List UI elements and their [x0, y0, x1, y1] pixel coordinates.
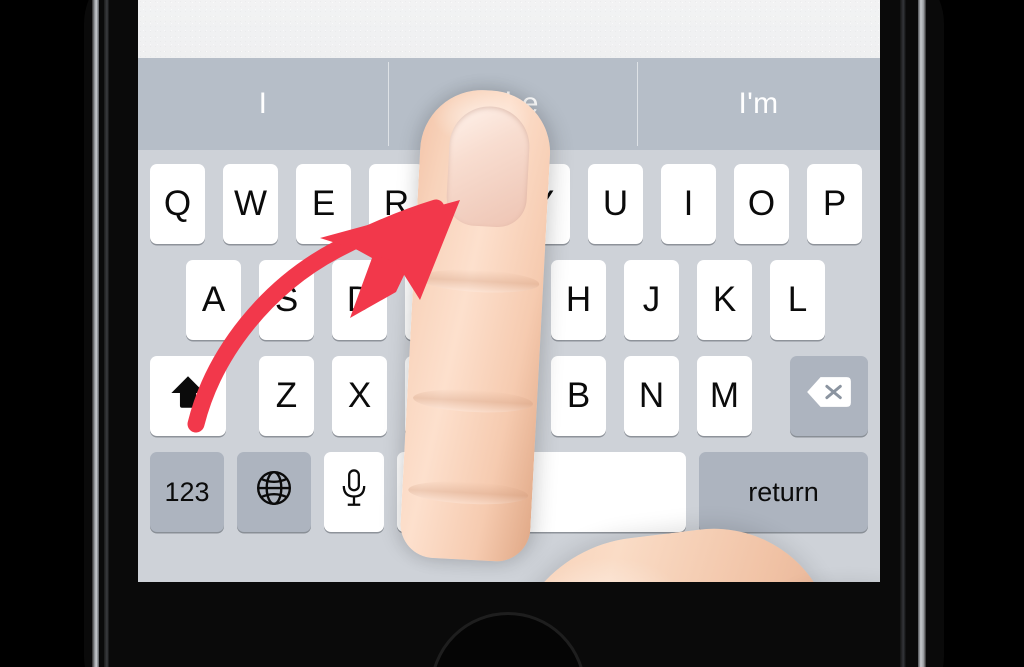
suggestion-2[interactable]: The	[388, 58, 637, 150]
return-key[interactable]: return	[699, 452, 868, 532]
key-j[interactable]: J	[624, 260, 679, 340]
key-c[interactable]: C	[405, 356, 460, 436]
numbers-key-label: 123	[164, 476, 210, 507]
dictation-key[interactable]	[324, 452, 384, 532]
phone-left-inner-edge	[104, 0, 109, 667]
predictive-text-bar: I The I'm	[138, 58, 880, 150]
key-e-label: E	[311, 184, 336, 223]
key-r[interactable]: R	[369, 164, 424, 244]
space-key[interactable]	[397, 452, 686, 532]
key-a-label: A	[201, 280, 226, 319]
key-z-label: Z	[275, 376, 298, 415]
key-x[interactable]: X	[332, 356, 387, 436]
suggestion-3[interactable]: I'm	[637, 58, 880, 150]
globe-icon	[255, 469, 293, 516]
suggestion-1[interactable]: I	[138, 58, 388, 150]
keyboard-row-3: Z X C V B N M	[138, 356, 880, 436]
key-s-label: S	[274, 280, 299, 319]
suggestion-3-label: I'm	[738, 87, 779, 120]
key-d[interactable]: D	[332, 260, 387, 340]
key-m-label: M	[709, 376, 740, 415]
key-r-label: R	[383, 184, 410, 223]
key-g-label: G	[491, 280, 520, 319]
keyboard-row-1: Q W E R T Y U I O P	[138, 164, 880, 244]
key-l-label: L	[787, 280, 808, 319]
shift-key[interactable]	[150, 356, 226, 436]
phone-screen: I The I'm Q W E R T Y U I O P A S D F G …	[138, 0, 880, 582]
return-key-label: return	[748, 476, 819, 507]
screenshot-stage: I The I'm Q W E R T Y U I O P A S D F G …	[0, 0, 1024, 667]
key-n[interactable]: N	[624, 356, 679, 436]
backspace-icon	[805, 375, 853, 418]
key-h[interactable]: H	[551, 260, 606, 340]
key-k-label: K	[712, 280, 737, 319]
phone-right-inner-edge	[900, 0, 906, 667]
key-y-label: Y	[530, 184, 555, 223]
middle-finger-knuckle	[705, 575, 880, 582]
key-q[interactable]: Q	[150, 164, 205, 244]
key-b-label: B	[566, 376, 591, 415]
key-v-label: V	[493, 376, 518, 415]
key-m[interactable]: M	[697, 356, 752, 436]
key-o-label: O	[747, 184, 776, 223]
phone-left-edge	[92, 0, 99, 667]
key-u[interactable]: U	[588, 164, 643, 244]
key-q-label: Q	[163, 184, 192, 223]
key-p-label: P	[822, 184, 847, 223]
numbers-key[interactable]: 123	[150, 452, 224, 532]
key-u-label: U	[602, 184, 629, 223]
app-content-area[interactable]	[138, 0, 880, 58]
key-g[interactable]: G	[478, 260, 533, 340]
key-a[interactable]: A	[186, 260, 241, 340]
globe-key[interactable]	[237, 452, 311, 532]
key-o[interactable]: O	[734, 164, 789, 244]
key-n-label: N	[638, 376, 665, 415]
key-i[interactable]: I	[661, 164, 716, 244]
key-d-label: D	[346, 280, 373, 319]
key-l[interactable]: L	[770, 260, 825, 340]
key-f-label: F	[421, 280, 444, 319]
key-w[interactable]: W	[223, 164, 278, 244]
key-z[interactable]: Z	[259, 356, 314, 436]
key-b[interactable]: B	[551, 356, 606, 436]
microphone-icon	[337, 468, 371, 517]
key-h-label: H	[565, 280, 592, 319]
finger-crease	[553, 573, 768, 582]
key-i-label: I	[683, 184, 694, 223]
delete-key[interactable]	[790, 356, 868, 436]
key-y[interactable]: Y	[515, 164, 570, 244]
key-x-label: X	[347, 376, 372, 415]
key-w-label: W	[233, 184, 268, 223]
suggestion-2-label: The	[486, 87, 539, 120]
suggestion-1-label: I	[258, 87, 268, 120]
key-e[interactable]: E	[296, 164, 351, 244]
key-s[interactable]: S	[259, 260, 314, 340]
shift-arrow-icon	[167, 371, 209, 422]
key-v[interactable]: V	[478, 356, 533, 436]
key-p[interactable]: P	[807, 164, 862, 244]
key-f[interactable]: F	[405, 260, 460, 340]
key-c-label: C	[419, 376, 446, 415]
key-j-label: J	[642, 280, 661, 319]
phone-right-edge	[918, 0, 926, 667]
keyboard-row-2: A S D F G H J K L	[138, 260, 880, 340]
key-t[interactable]: T	[442, 164, 497, 244]
onscreen-keyboard: Q W E R T Y U I O P A S D F G H J K L Z …	[138, 86, 880, 582]
key-t-label: T	[458, 184, 481, 223]
keyboard-row-4: 123 return	[138, 452, 880, 532]
key-k[interactable]: K	[697, 260, 752, 340]
